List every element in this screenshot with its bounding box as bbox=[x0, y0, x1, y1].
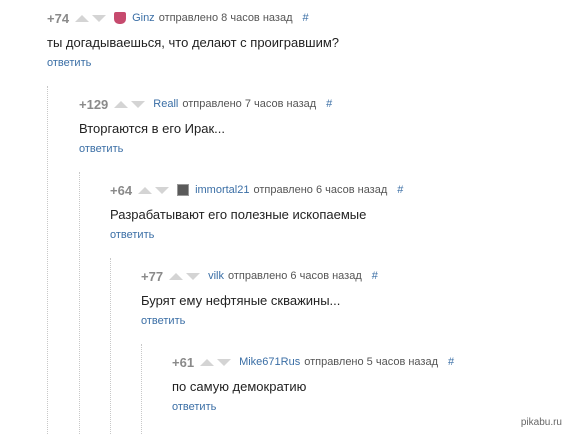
arrow-up-icon[interactable] bbox=[169, 272, 184, 280]
comment-permalink[interactable]: # bbox=[448, 356, 454, 368]
comment-meta: +129 Reall отправлено 7 часов назад # bbox=[79, 95, 332, 113]
comment: +64 immortal21 отправлено 6 часов назад … bbox=[110, 181, 403, 243]
avatar-icon bbox=[177, 184, 190, 196]
comment-rating: +61 bbox=[172, 354, 195, 370]
comment-timestamp: отправлено 7 часов назад bbox=[182, 98, 317, 110]
comment-meta: +77 vilk отправлено 6 часов назад # bbox=[141, 267, 378, 285]
arrow-down-icon[interactable] bbox=[131, 100, 146, 108]
comment-rating: +64 bbox=[110, 182, 133, 198]
thread-line bbox=[110, 258, 111, 434]
comment-author[interactable]: Mike671Rus bbox=[239, 356, 300, 368]
comment-rating: +74 bbox=[47, 10, 70, 26]
comment-timestamp: отправлено 6 часов назад bbox=[253, 184, 388, 196]
arrow-up-icon[interactable] bbox=[114, 100, 129, 108]
arrow-down-icon[interactable] bbox=[155, 186, 170, 194]
comment-permalink[interactable]: # bbox=[397, 184, 403, 196]
reply-button[interactable]: ответить bbox=[141, 315, 185, 327]
arrow-down-icon[interactable] bbox=[186, 272, 201, 280]
comment-author[interactable]: Ginz bbox=[132, 12, 155, 24]
comment-timestamp: отправлено 8 часов назад bbox=[158, 12, 293, 24]
reply-button[interactable]: ответить bbox=[172, 401, 216, 413]
comment-author[interactable]: immortal21 bbox=[195, 184, 249, 196]
comment-text: Разрабатывают его полезные ископаемые bbox=[110, 207, 367, 222]
arrow-up-icon[interactable] bbox=[200, 358, 215, 366]
reply-button[interactable]: ответить bbox=[110, 229, 154, 241]
comment-timestamp: отправлено 5 часов назад bbox=[304, 356, 438, 368]
comment-text: по самую демократию bbox=[172, 379, 307, 394]
comment-permalink[interactable]: # bbox=[326, 98, 332, 110]
reply-button[interactable]: ответить bbox=[79, 143, 123, 155]
comment-text: ты догадываешься, что делают с проигравш… bbox=[47, 35, 340, 50]
comment-text: Вторгаются в его Ирак... bbox=[79, 121, 225, 136]
arrow-up-icon[interactable] bbox=[138, 186, 153, 194]
comment-meta: +74 Ginz отправлено 8 часов назад # bbox=[47, 9, 339, 27]
reply-button[interactable]: ответить bbox=[47, 57, 91, 69]
comment-text: Бурят ему нефтяные скважины... bbox=[141, 293, 341, 308]
comment-permalink[interactable]: # bbox=[372, 270, 378, 282]
comment-author[interactable]: Reall bbox=[153, 98, 178, 110]
thread-line bbox=[47, 86, 48, 434]
comment: +61 Mike671Rus отправлено 5 часов назад … bbox=[172, 353, 454, 415]
comment-permalink[interactable]: # bbox=[302, 12, 308, 24]
comment-author[interactable]: vilk bbox=[208, 270, 224, 282]
comment-rating: +129 bbox=[79, 96, 109, 112]
arrow-up-icon[interactable] bbox=[75, 14, 90, 22]
comment: +74 Ginz отправлено 8 часов назад # ты д… bbox=[47, 9, 339, 71]
thread-line bbox=[79, 172, 80, 434]
comment-meta: +61 Mike671Rus отправлено 5 часов назад … bbox=[172, 353, 454, 371]
comment: +77 vilk отправлено 6 часов назад # Буря… bbox=[141, 267, 378, 329]
comment-timestamp: отправлено 6 часов назад bbox=[227, 270, 362, 282]
comment-meta: +64 immortal21 отправлено 6 часов назад … bbox=[110, 181, 403, 199]
arrow-down-icon[interactable] bbox=[217, 358, 232, 366]
comment-rating: +77 bbox=[141, 268, 164, 284]
thread-line bbox=[141, 344, 142, 434]
watermark: pikabu.ru bbox=[520, 417, 562, 428]
avatar-icon bbox=[114, 12, 127, 24]
comment: +129 Reall отправлено 7 часов назад # Вт… bbox=[79, 95, 332, 157]
arrow-down-icon[interactable] bbox=[92, 14, 107, 22]
